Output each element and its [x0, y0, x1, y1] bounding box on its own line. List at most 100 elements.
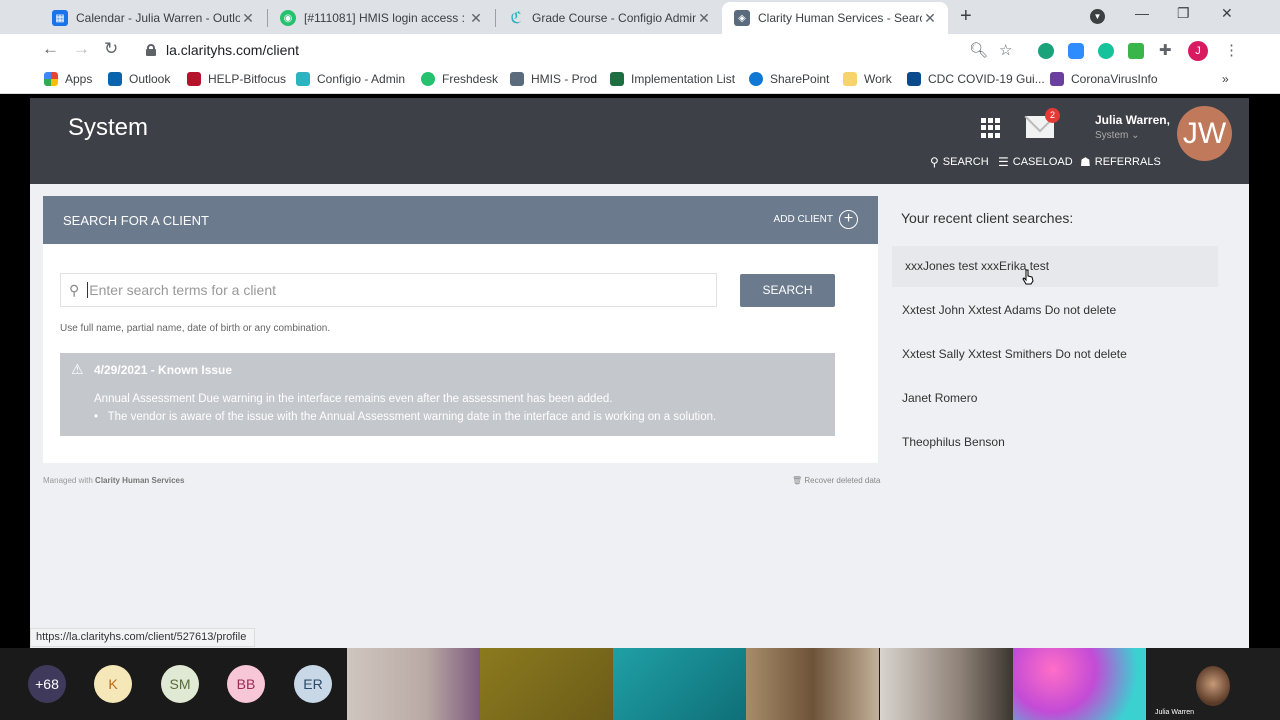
tab-search-icon[interactable]: ▼ — [1090, 9, 1105, 24]
forward-icon[interactable]: → — [73, 39, 90, 59]
extension-zoom-icon[interactable] — [1068, 43, 1084, 59]
bookmark-sharepoint[interactable]: SharePoint — [749, 72, 829, 86]
nav-search[interactable]: ⚲ SEARCH — [930, 155, 989, 169]
participant-avatar[interactable]: K — [94, 665, 132, 703]
browser-tab-calendar[interactable]: ▦ Calendar - Julia Warren - Outlook ✕ — [40, 2, 266, 34]
close-tab-icon[interactable]: ✕ — [922, 10, 938, 27]
more-bookmarks-icon[interactable]: » — [1222, 72, 1229, 86]
menu-kebab-icon[interactable]: ⋮ — [1224, 41, 1239, 59]
recent-search-item[interactable]: xxxJones test xxxErika test — [892, 246, 1218, 287]
bookmark-work[interactable]: Work — [843, 72, 892, 86]
close-tab-icon[interactable]: ✕ — [696, 10, 712, 27]
participant-video[interactable] — [880, 648, 1013, 720]
clarity-page: System 2 Julia Warren, System ⌄ JW ⚲ SEAR… — [30, 98, 1249, 648]
bookmark-help-bitfocus[interactable]: HELP-Bitfocus — [187, 72, 286, 86]
zoom-icon[interactable]: 🔍︎ — [969, 41, 988, 59]
list-icon: ☰ — [998, 155, 1009, 169]
extension-sheet-icon[interactable] — [1128, 43, 1144, 59]
new-tab-icon[interactable]: + — [960, 5, 972, 28]
close-tab-icon[interactable]: ✕ — [468, 10, 484, 27]
more-participants-badge[interactable]: +68 — [28, 665, 66, 703]
bookmark-freshdesk[interactable]: Freshdesk — [421, 72, 498, 86]
search-button[interactable]: SEARCH — [740, 274, 835, 307]
outlook-icon — [108, 72, 122, 86]
nav-caseload[interactable]: ☰ CASELOAD — [998, 155, 1073, 169]
participant-video[interactable] — [613, 648, 746, 720]
configio-icon: ℭ — [510, 10, 522, 27]
bookmark-apps[interactable]: Apps — [44, 72, 92, 86]
address-url: la.clarityhs.com/client — [166, 42, 300, 58]
search-card-title: SEARCH FOR A CLIENT — [63, 213, 209, 228]
managed-with-footer: Managed with Clarity Human Services — [43, 476, 185, 485]
nav-referrals[interactable]: ☗ REFERRALS — [1080, 155, 1161, 169]
browser-tab-clarity[interactable]: ◈ Clarity Human Services - Search f ✕ — [722, 2, 948, 34]
self-face — [1196, 666, 1230, 706]
hmis-icon — [510, 72, 524, 86]
extensions-puzzle-icon[interactable]: ✚ — [1159, 41, 1172, 59]
minimize-icon[interactable]: — — [1135, 5, 1149, 21]
notice-title: 4/29/2021 - Known Issue — [94, 363, 233, 377]
recent-search-item[interactable]: Theophilus Benson — [892, 422, 1218, 463]
bookmark-implementation-list[interactable]: Implementation List — [610, 72, 735, 86]
bookmark-cdc[interactable]: CDC COVID-19 Gui... — [907, 72, 1045, 86]
extension-g-icon[interactable] — [1098, 43, 1114, 59]
trash-icon: 🗑︎ — [792, 476, 803, 485]
mail-count-badge: 2 — [1045, 108, 1060, 123]
search-card: SEARCH FOR A CLIENT ADD CLIENT + ⚲ SEARC… — [43, 196, 878, 463]
participant-avatar[interactable]: SM — [161, 665, 199, 703]
participant-video[interactable] — [746, 648, 879, 720]
participant-video[interactable] — [347, 648, 480, 720]
excel-icon — [610, 72, 624, 86]
participant-video[interactable] — [1013, 648, 1146, 720]
user-name[interactable]: Julia Warren, — [1095, 113, 1170, 127]
bitfocus-icon — [187, 72, 201, 86]
recent-search-item[interactable]: Xxtest Sally Xxtest Smithers Do not dele… — [892, 334, 1218, 375]
client-search-input[interactable] — [89, 282, 680, 298]
user-avatar[interactable]: JW — [1177, 106, 1232, 161]
warning-icon: ⚠ — [71, 361, 84, 377]
recent-search-item[interactable]: Xxtest John Xxtest Adams Do not delete — [892, 290, 1218, 331]
freshdesk-icon: ◉ — [280, 10, 296, 26]
bookmark-coronavirusinfo[interactable]: CoronaVirusInfo — [1050, 72, 1158, 86]
bookmark-star-icon[interactable]: ☆ — [999, 41, 1012, 59]
recover-deleted-link[interactable]: 🗑︎ Recover deleted data — [792, 476, 880, 485]
bookmarks-bar: Apps Outlook HELP-Bitfocus Configio - Ad… — [0, 66, 1280, 94]
participant-video[interactable] — [480, 648, 613, 720]
recent-search-item[interactable]: Janet Romero — [892, 378, 1218, 419]
address-bar[interactable]: la.clarityhs.com/client — [136, 36, 1026, 64]
close-tab-icon[interactable]: ✕ — [240, 10, 256, 27]
search-card-header: SEARCH FOR A CLIENT ADD CLIENT + — [43, 196, 878, 244]
client-search-field[interactable]: ⚲ — [60, 273, 717, 307]
browser-toolbar: ← → ↻ la.clarityhs.com/client 🔍︎ ☆ ✚ J ⋮ — [0, 34, 1280, 66]
cdc-icon — [907, 72, 921, 86]
profile-avatar[interactable]: J — [1188, 41, 1208, 61]
clarity-icon: ◈ — [734, 10, 750, 26]
hand-cursor-icon — [1022, 269, 1034, 285]
page-title: System — [68, 114, 149, 141]
participant-avatar[interactable]: BB — [227, 665, 265, 703]
plus-circle-icon: + — [839, 210, 858, 229]
freshdesk-icon — [421, 72, 435, 86]
notice-text: Annual Assessment Due warning in the int… — [94, 393, 613, 405]
apps-grid-icon — [44, 72, 58, 86]
search-icon: ⚲ — [930, 155, 939, 169]
link-status-bar: https://la.clarityhs.com/client/527613/p… — [30, 628, 256, 647]
video-call-strip: +68 K SM BB ER Julia Warren — [0, 648, 1280, 720]
bookmark-outlook[interactable]: Outlook — [108, 72, 170, 86]
extension-grammarly-icon[interactable] — [1038, 43, 1054, 59]
close-window-icon[interactable]: ✕ — [1221, 5, 1233, 22]
browser-tabstrip: ▦ Calendar - Julia Warren - Outlook ✕ ◉ … — [0, 0, 1280, 34]
user-role-dropdown[interactable]: System ⌄ — [1095, 130, 1140, 141]
bookmark-configio[interactable]: Configio - Admin — [296, 72, 405, 86]
participant-avatar[interactable]: ER — [294, 665, 332, 703]
recent-searches-title: Your recent client searches: — [901, 210, 1074, 226]
browser-tab-freshdesk[interactable]: ◉ [#111081] HMIS login access : Lo ✕ — [268, 2, 494, 34]
back-icon[interactable]: ← — [42, 39, 59, 59]
bookmark-hmis-prod[interactable]: HMIS - Prod — [510, 72, 597, 86]
reload-icon[interactable]: ↻ — [104, 39, 118, 59]
search-hint: Use full name, partial name, date of bir… — [60, 323, 331, 334]
browser-tab-configio[interactable]: ℭ Grade Course - Configio Admin ✕ — [496, 2, 722, 34]
add-client-button[interactable]: ADD CLIENT + — [774, 210, 858, 229]
apps-grid-icon[interactable] — [981, 118, 1001, 138]
restore-icon[interactable]: ❐ — [1177, 5, 1190, 22]
